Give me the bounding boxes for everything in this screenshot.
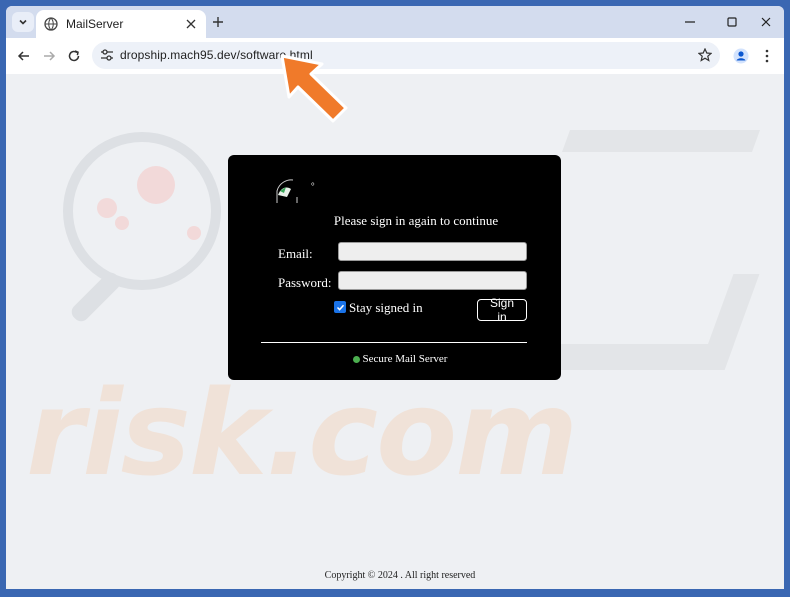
password-field[interactable] — [338, 271, 527, 290]
chevron-down-icon — [19, 19, 27, 25]
minimize-icon[interactable] — [682, 14, 698, 30]
close-window-icon[interactable] — [758, 14, 774, 30]
reload-icon[interactable] — [65, 47, 83, 65]
tab-close-icon[interactable] — [184, 17, 198, 31]
globe-icon — [44, 17, 58, 31]
page-content: risk.com ° Please sign in again to conti… — [6, 74, 784, 589]
browser-toolbar: dropship.mach95.dev/software.html — [6, 38, 784, 74]
checkmark-icon — [336, 304, 344, 311]
browser-chrome: MailServer dropship.mach95.dev/software.… — [6, 6, 784, 589]
tab-search-button[interactable] — [12, 12, 34, 32]
site-settings-icon[interactable] — [100, 48, 114, 62]
broken-logo-icon — [276, 179, 298, 203]
sign-in-button[interactable]: Sign in — [477, 296, 527, 324]
email-field[interactable] — [338, 242, 527, 261]
secure-server-label: Secure Mail Server — [228, 353, 572, 365]
back-icon[interactable] — [15, 47, 33, 65]
logo-mark: ° — [311, 181, 315, 191]
tab-bar: MailServer — [6, 6, 784, 38]
email-label: Email: — [278, 246, 313, 261]
address-bar[interactable]: dropship.mach95.dev/software.html — [92, 42, 720, 69]
watermark-magnifier-handle — [68, 269, 124, 325]
status-dot-icon — [352, 355, 360, 363]
stay-signed-in-checkbox[interactable] — [334, 301, 346, 313]
new-tab-icon[interactable] — [210, 14, 226, 30]
more-menu-icon[interactable] — [758, 47, 776, 65]
password-label: Password: — [278, 275, 332, 290]
profile-icon[interactable] — [732, 47, 750, 65]
browser-window: MailServer dropship.mach95.dev/software.… — [0, 0, 790, 597]
tab-mailserver[interactable]: MailServer — [36, 10, 206, 38]
watermark-magnifier-icon — [63, 132, 221, 290]
watermark-text: risk.com — [26, 364, 578, 502]
signin-heading: Please sign in again to continue — [333, 213, 499, 228]
divider — [261, 342, 527, 343]
secure-server-text: Secure Mail Server — [362, 353, 448, 365]
forward-icon[interactable] — [40, 47, 58, 65]
tab-title: MailServer — [66, 17, 124, 31]
pointer-arrow-icon — [280, 54, 348, 123]
maximize-icon[interactable] — [724, 14, 740, 30]
login-card: ° Please sign in again to continue Email… — [228, 155, 561, 380]
copyright-footer: Copyright © 2024 . All right reserved — [324, 570, 476, 581]
stay-signed-in-label[interactable]: Stay signed in — [349, 300, 423, 316]
watermark-shape — [561, 130, 761, 152]
bookmark-star-icon[interactable] — [698, 48, 712, 62]
